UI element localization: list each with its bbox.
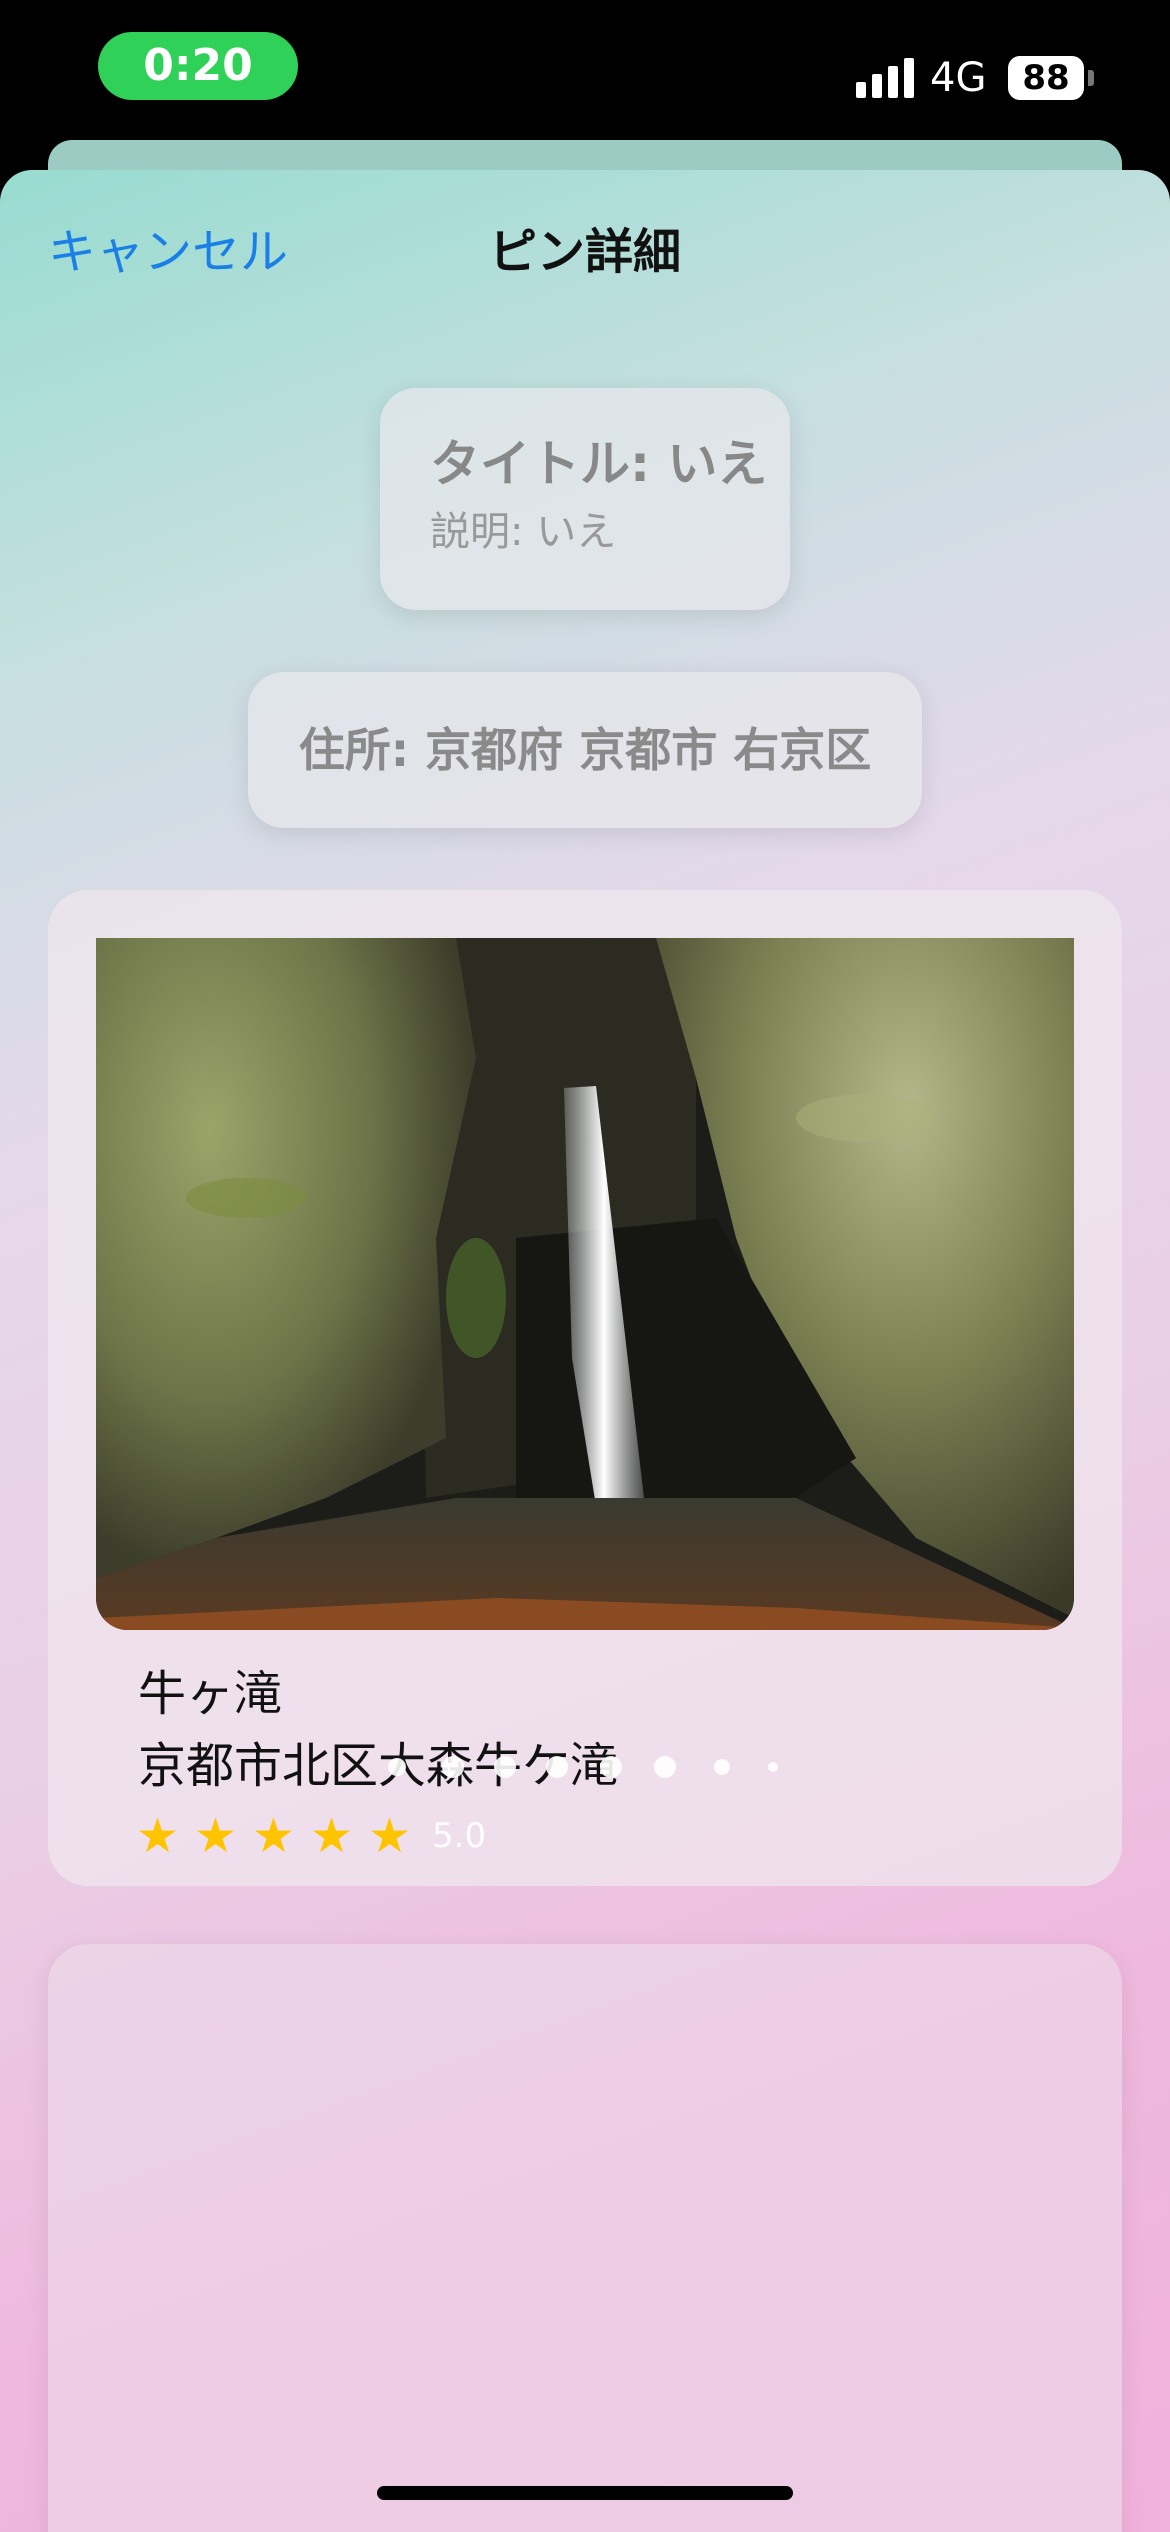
page-dot [388,1758,406,1776]
home-indicator[interactable] [377,2486,793,2500]
pin-address: 住所: 京都府 京都市 右京区 [248,672,922,828]
pin-detail-sheet: ピン詳細 キャンセル タイトル: いえ 説明: いえ 住所: 京都府 京都市 右… [0,170,1170,2532]
page-dot [442,1756,464,1778]
status-time[interactable]: 0:20 [98,32,298,100]
pin-title: タイトル: いえ [430,435,768,493]
star-icon: ★ [310,1808,354,1864]
pin-description: 説明: いえ [430,509,617,555]
page-dot [768,1762,778,1772]
page-dot [654,1756,676,1778]
place-card-placeholder[interactable] [48,1944,1122,2532]
star-icon: ★ [252,1808,296,1864]
cellular-signal-icon [856,58,916,98]
place-card[interactable]: 牛ヶ滝 京都市北区大森牛ケ滝 ★ ★ ★ ★ ★ 5.0 [48,890,1122,1886]
battery-icon: 88 [1008,56,1084,100]
status-bar: 0:20 4G 88 [0,0,1170,150]
battery-cap [1088,70,1094,86]
star-icon: ★ [136,1808,180,1864]
cancel-button[interactable]: キャンセル [48,220,288,284]
rating-value: 5.0 [432,1816,487,1856]
star-icon: ★ [368,1808,412,1864]
page-dot [546,1756,568,1778]
waterfall-photo[interactable] [96,938,1074,1630]
pin-info-card: タイトル: いえ 説明: いえ [380,388,790,610]
rating: ★ ★ ★ ★ ★ 5.0 [136,1808,486,1864]
place-name: 牛ヶ滝 [138,1666,283,1722]
page-dot [714,1759,730,1775]
page-dot [600,1756,622,1778]
network-type: 4G [930,55,987,101]
photo-page-indicator[interactable] [378,1722,938,1812]
page-dot [494,1756,516,1778]
star-icon: ★ [194,1808,238,1864]
